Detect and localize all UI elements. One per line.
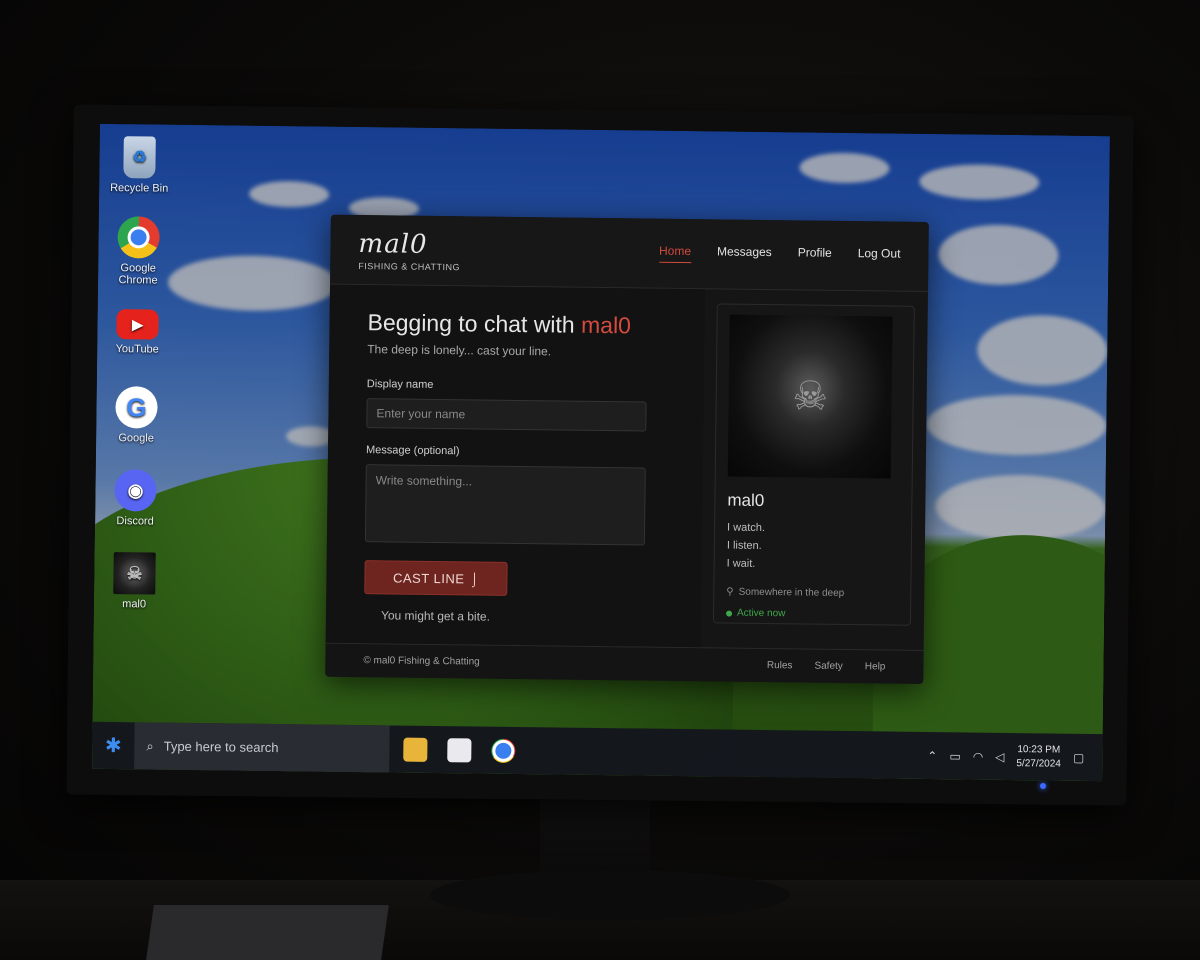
display-name-label: Display name — [366, 378, 434, 391]
system-tray: ⌃ ▭ ◠ ◁ 10:23 PM 5/27/2024 ▢ — [927, 742, 1102, 772]
main-nav: Home Messages Profile Log Out — [658, 243, 901, 266]
brand[interactable]: mal0 FISHING & CHATTING — [358, 229, 460, 272]
nav-home[interactable]: Home — [658, 243, 692, 264]
start-button[interactable]: ✱ — [92, 722, 135, 770]
title-accent: mal0 — [580, 311, 632, 339]
app-header: mal0 FISHING & CHATTING Home Messages Pr… — [330, 214, 929, 292]
taskbar-search-placeholder: Type here to search — [163, 738, 279, 756]
clock[interactable]: 10:23 PM 5/27/2024 — [1016, 743, 1061, 772]
footer-link-rules[interactable]: Rules — [767, 660, 793, 671]
clock-date: 5/27/2024 — [1016, 757, 1061, 770]
cast-line-label: CAST LINE — [392, 569, 465, 586]
page-subtitle: The deep is lonely... cast your line. — [367, 342, 552, 359]
search-icon: ⌕ — [146, 737, 154, 754]
recycle-bin-icon: ♻ — [123, 136, 156, 179]
chrome-icon — [117, 216, 160, 259]
cast-line-button[interactable]: CAST LINE ⌡ — [364, 560, 508, 596]
wifi-icon[interactable]: ◠ — [973, 749, 984, 763]
nav-messages[interactable]: Messages — [717, 244, 772, 264]
desktop-icon-label: mal0 — [122, 598, 147, 611]
desktop-icon-label: Discord — [116, 515, 154, 528]
profile-bio: I watch. I listen. I wait. — [727, 519, 900, 575]
desktop-icon-google[interactable]: G Google — [96, 386, 177, 445]
power-led — [1040, 783, 1046, 789]
discord-icon: ◉ — [114, 469, 157, 512]
youtube-icon: ▶ — [116, 309, 159, 340]
profile-card: ☠ mal0 I watch. I listen. I wait. ⚲ Some… — [712, 303, 915, 626]
store-icon[interactable] — [447, 737, 472, 762]
desktop-icon-label: YouTube — [115, 343, 159, 356]
desktop-icon-mal0[interactable]: ☠ mal0 — [94, 552, 175, 611]
display-name-placeholder: Enter your name — [376, 406, 466, 422]
desktop-icon-discord[interactable]: ◉ Discord — [95, 469, 176, 528]
desktop-icon-label: Google — [118, 432, 154, 445]
chevron-up-icon[interactable]: ⌃ — [927, 749, 937, 763]
taskbar-apps — [403, 737, 516, 763]
location-pin-icon: ⚲ — [726, 586, 734, 598]
clock-time: 10:23 PM — [1017, 743, 1061, 756]
message-placeholder: Write something... — [375, 473, 473, 489]
status-dot-icon — [726, 610, 733, 617]
profile-status: Active now — [726, 608, 898, 621]
battery-icon[interactable]: ▭ — [949, 749, 961, 763]
monitor-stand — [540, 800, 650, 880]
desktop-icon-youtube[interactable]: ▶ YouTube — [97, 309, 178, 356]
screen: ♻ Recycle Bin Google Chrome ▶ YouTube G … — [92, 123, 1110, 782]
mal0-app-window: mal0 FISHING & CHATTING Home Messages Pr… — [325, 214, 929, 684]
bio-line: I watch. — [727, 521, 766, 535]
bluetooth-icon: ✱ — [104, 734, 122, 758]
footer-links: Rules Safety Help — [767, 660, 886, 672]
taskbar-search[interactable]: ⌕ Type here to search — [134, 722, 390, 773]
status-text: Active now — [736, 607, 786, 620]
profile-pane: ☠ mal0 I watch. I listen. I wait. ⚲ Some… — [701, 289, 927, 650]
footer-link-help[interactable]: Help — [865, 661, 886, 672]
desktop-icon-label: Google Chrome — [118, 262, 158, 287]
file-explorer-icon[interactable] — [403, 737, 428, 762]
cast-hint: You might get a bite. — [380, 608, 491, 624]
bio-line: I wait. — [726, 557, 756, 570]
chrome-taskbar-icon[interactable] — [491, 738, 516, 763]
desktop-icon-recycle-bin[interactable]: ♻ Recycle Bin — [99, 136, 180, 195]
nav-profile[interactable]: Profile — [798, 245, 832, 264]
profile-location: ⚲ Somewhere in the deep — [726, 587, 898, 600]
title-prefix: Begging to chat with — [367, 309, 582, 338]
location-text: Somewhere in the deep — [738, 586, 845, 599]
message-label: Message (optional) — [365, 444, 460, 458]
volume-icon[interactable]: ◁ — [995, 749, 1004, 763]
monitor-stand-base — [430, 870, 790, 920]
message-textarea[interactable]: Write something... — [364, 464, 646, 546]
page-title: Begging to chat with mal0 — [367, 309, 666, 340]
footer-copyright: © mal0 Fishing & Chatting — [363, 655, 480, 668]
desktop-icon-chrome[interactable]: Google Chrome — [98, 216, 179, 287]
skull-mask-icon: ☠ — [791, 374, 829, 419]
brand-tagline: FISHING & CHATTING — [358, 260, 461, 272]
app-body: Begging to chat with mal0 The deep is lo… — [325, 284, 928, 650]
google-icon: G — [115, 386, 158, 429]
footer-link-safety[interactable]: Safety — [814, 661, 842, 672]
nav-logout[interactable]: Log Out — [858, 246, 901, 266]
display-name-input[interactable]: Enter your name — [366, 398, 647, 432]
fishhook-icon: ⌡ — [470, 570, 479, 587]
desktop-icon-label: Recycle Bin — [110, 181, 169, 195]
desk-object — [146, 905, 389, 960]
bio-line: I listen. — [726, 539, 762, 552]
profile-portrait: ☠ — [727, 314, 893, 479]
chat-request-form: Begging to chat with mal0 The deep is lo… — [325, 284, 706, 648]
profile-name: mal0 — [727, 490, 765, 510]
brand-logo: mal0 — [358, 228, 428, 260]
notification-icon[interactable]: ▢ — [1073, 750, 1085, 764]
mal0-skull-icon: ☠ — [113, 552, 156, 595]
